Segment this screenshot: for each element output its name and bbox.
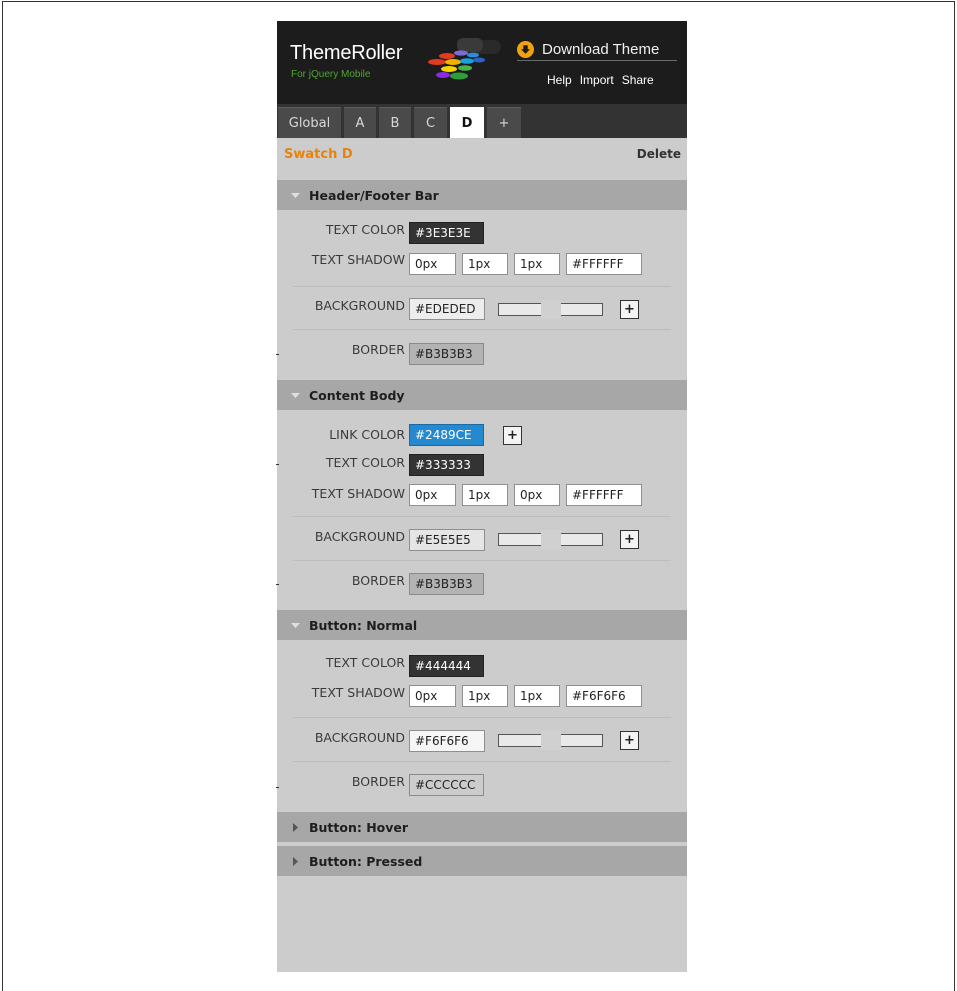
background-slider[interactable] [498,731,603,750]
help-link[interactable]: Help [547,73,572,87]
divider [293,560,671,561]
background-label: BACKGROUND [314,529,405,544]
themeroller-panel: ThemeRoller For jQuery Mobile Download T… [276,21,687,972]
shadow-color-input[interactable]: #F6F6F6 [566,685,642,707]
shadow-y-input[interactable]: 1px [462,685,508,707]
add-gradient-button[interactable]: + [620,300,639,319]
background-input[interactable]: #E5E5E5 [409,529,485,551]
shadow-blur-input[interactable]: 0px [514,484,560,506]
shadow-x-input[interactable]: 0px [409,685,456,707]
section-title: Header/Footer Bar [309,187,439,203]
section-title: Content Body [309,387,405,403]
add-link-color-button[interactable]: + [503,426,522,445]
text-shadow-label: TEXT SHADOW [311,252,405,267]
tab-a[interactable]: A [344,107,376,138]
shadow-blur-input[interactable]: 1px [514,253,560,275]
link-color-label: LINK COLOR [329,427,405,442]
collapsed-arrow-icon [291,822,300,832]
border-label: BORDER [351,774,405,789]
expanded-arrow-icon [291,621,300,630]
download-theme-link[interactable]: Download Theme [517,41,677,61]
border-input[interactable]: #B3B3B3 [409,573,484,595]
shadow-color-input[interactable]: #FFFFFF [566,253,642,275]
divider [293,516,671,517]
logo-swatches-icon [428,38,501,80]
background-slider[interactable] [498,300,603,319]
border-label: BORDER [351,573,405,588]
slider-handle[interactable] [541,731,561,750]
background-input[interactable]: #F6F6F6 [409,730,485,752]
border-input[interactable]: #B3B3B3 [409,343,484,365]
border-label: BORDER [351,342,405,357]
text-color-input[interactable]: #444444 [409,655,484,677]
text-shadow-label: TEXT SHADOW [311,486,405,501]
swatch-tabs: Global A B C D + [277,104,687,138]
section-title: Button: Normal [309,617,418,633]
divider [293,286,671,287]
shadow-x-input[interactable]: 0px [409,253,456,275]
slider-handle[interactable] [541,530,561,549]
section-header-footer-bar[interactable]: Header/Footer Bar [277,180,687,210]
tab-b[interactable]: B [379,107,411,138]
shadow-blur-input[interactable]: 1px [514,685,560,707]
share-link[interactable]: Share [622,73,654,87]
text-color-label: TEXT COLOR [325,222,405,237]
collapsed-arrow-icon [291,856,300,866]
app-header: ThemeRoller For jQuery Mobile Download T… [277,21,687,104]
section-button-hover[interactable]: Button: Hover [277,812,687,842]
text-color-label: TEXT COLOR [325,455,405,470]
text-color-label: TEXT COLOR [325,655,405,670]
divider [293,761,671,762]
expanded-arrow-icon [291,191,300,200]
shadow-y-input[interactable]: 1px [462,253,508,275]
text-shadow-label: TEXT SHADOW [311,685,405,700]
section-content-body[interactable]: Content Body [277,380,687,410]
expanded-arrow-icon [291,391,300,400]
download-icon [517,41,534,58]
background-label: BACKGROUND [314,298,405,313]
border-input[interactable]: #CCCCCC [409,774,484,796]
add-gradient-button[interactable]: + [620,530,639,549]
tab-add[interactable]: + [487,107,521,138]
section-button-normal[interactable]: Button: Normal [277,610,687,640]
divider [293,329,671,330]
tab-global[interactable]: Global [278,107,341,138]
shadow-x-input[interactable]: 0px [409,484,456,506]
text-color-input[interactable]: #333333 [409,454,484,476]
background-slider[interactable] [498,530,603,549]
divider [293,717,671,718]
section-button-pressed[interactable]: Button: Pressed [277,846,687,876]
section-title: Button: Hover [309,819,409,835]
shadow-color-input[interactable]: #FFFFFF [566,484,642,506]
header-links: Help Import Share [547,73,654,87]
swatch-title: Swatch D [284,147,353,162]
background-label: BACKGROUND [314,730,405,745]
tab-d[interactable]: D [450,107,484,138]
tab-c[interactable]: C [414,107,447,138]
delete-swatch-link[interactable]: Delete [637,147,681,161]
import-link[interactable]: Import [580,73,614,87]
link-color-input[interactable]: #2489CE [409,424,484,446]
download-theme-label: Download Theme [542,41,660,58]
text-color-input[interactable]: #3E3E3E [409,222,484,244]
shadow-y-input[interactable]: 1px [462,484,508,506]
logo-title: ThemeRoller [290,42,403,64]
logo-subtitle: For jQuery Mobile [291,69,371,80]
slider-handle[interactable] [541,300,561,319]
section-title: Button: Pressed [309,853,423,869]
add-gradient-button[interactable]: + [620,731,639,750]
background-input[interactable]: #EDEDED [409,298,485,320]
